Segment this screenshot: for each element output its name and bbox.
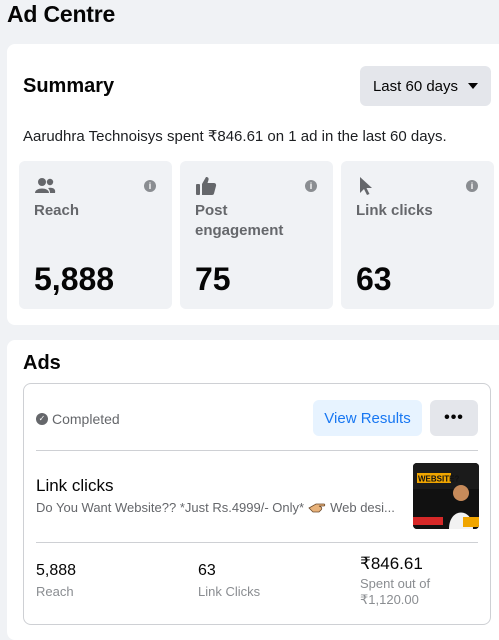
cursor-icon — [360, 177, 372, 195]
stat-spent: ₹846.61 Spent out of ₹1,120.00 — [360, 554, 430, 608]
summary-text: Aarudhra Technoisys spent ₹846.61 on 1 a… — [23, 128, 447, 145]
ad-objective: Link clicks — [36, 476, 114, 495]
ad-description: Do You Want Website?? *Just Rs.4999/- On… — [36, 500, 395, 515]
summary-title: Summary — [23, 75, 115, 97]
metric-label: Post engagement — [195, 202, 284, 239]
stat-label: Link Clicks — [198, 584, 261, 599]
stat-label: Reach — [36, 584, 74, 599]
thumbs-up-icon — [196, 177, 217, 195]
metric-card-post-engagement: i Post engagement 75 — [180, 161, 333, 309]
check-circle-icon: ✓ — [36, 413, 48, 425]
ads-title: Ads — [23, 352, 61, 374]
metric-value: 5,888 — [34, 261, 115, 297]
metric-card-reach: i Reach 5,888 — [19, 161, 172, 309]
stat-reach: 5,888 Reach — [36, 562, 76, 600]
info-icon[interactable]: i — [305, 180, 317, 192]
people-icon — [35, 178, 56, 193]
ad-description-tail: Web desi... — [330, 500, 395, 515]
summary-card: Summary Last 60 days Aarudhra Technoisys… — [7, 44, 499, 325]
date-range-dropdown[interactable]: Last 60 days — [360, 66, 491, 106]
ad-thumbnail[interactable]: WEBSITE? — [413, 463, 479, 529]
more-options-button[interactable]: ••• — [430, 400, 478, 436]
stat-value: ₹846.61 — [360, 554, 423, 573]
thumbnail-headline: WEBSITE? — [418, 475, 459, 484]
stat-value: 5,888 — [36, 562, 77, 579]
view-results-button[interactable]: View Results — [313, 400, 422, 436]
stat-value: 63 — [198, 562, 216, 579]
date-range-label: Last 60 days — [372, 77, 459, 95]
ad-description-text: Do You Want Website?? *Just Rs.4999/- On… — [36, 500, 305, 515]
stat-link-clicks: 63 Link Clicks — [198, 562, 260, 600]
info-icon[interactable]: i — [466, 180, 478, 192]
stat-budget: ₹1,120.00 — [360, 592, 419, 607]
status-label: Completed — [52, 411, 120, 427]
info-icon[interactable]: i — [144, 180, 156, 192]
metric-card-link-clicks: i Link clicks 63 — [341, 161, 494, 309]
metric-value: 75 — [195, 261, 231, 297]
metric-value: 63 — [356, 261, 392, 297]
pointing-hand-icon — [308, 503, 326, 512]
caret-down-icon — [468, 83, 479, 89]
metric-label: Link clicks — [356, 202, 433, 219]
metric-label: Reach — [34, 202, 80, 219]
divider — [36, 542, 478, 543]
stat-label: Spent out of — [360, 576, 431, 591]
ad-item: ✓ Completed View Results ••• Link clicks… — [23, 383, 491, 625]
page-title: Ad Centre — [7, 1, 116, 27]
ads-card: Ads ✓ Completed View Results ••• Link cl… — [7, 340, 499, 640]
ad-thumbnail-image: WEBSITE? — [413, 463, 479, 529]
divider — [36, 450, 478, 451]
ad-status: ✓ Completed — [36, 411, 120, 427]
